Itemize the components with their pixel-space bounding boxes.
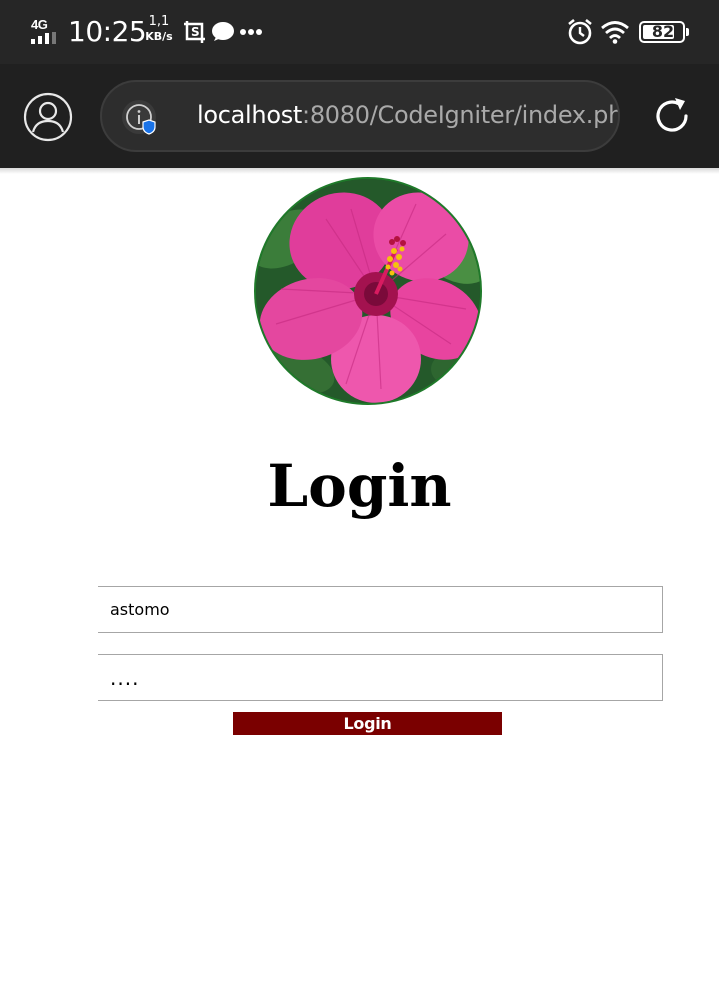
battery-icon: 82 xyxy=(639,21,685,43)
url-host: localhost xyxy=(197,101,303,129)
reload-icon[interactable] xyxy=(650,94,694,138)
username-input[interactable] xyxy=(98,586,663,633)
signal-bars-icon xyxy=(31,32,56,44)
network-speed: 1,1 KB/s xyxy=(143,14,175,44)
more-dots-icon xyxy=(240,29,262,35)
alarm-icon xyxy=(568,18,592,45)
password-input[interactable] xyxy=(98,654,663,701)
clock: 10:25 xyxy=(68,15,147,48)
profile-icon[interactable] xyxy=(22,91,74,143)
network-indicator: 4G xyxy=(31,17,61,45)
battery-percentage: 82 xyxy=(651,22,675,41)
svg-text:S: S xyxy=(191,25,200,39)
url-path: :8080/CodeIgniter/index.ph xyxy=(302,101,620,129)
screenshot-icon: S xyxy=(184,21,205,43)
network-speed-unit: KB/s xyxy=(145,30,173,43)
hibiscus-flower-image xyxy=(256,179,480,403)
login-button[interactable]: Login xyxy=(233,712,502,735)
battery-tip xyxy=(686,28,689,36)
status-bar: 4G 10:25 1,1 KB/s S 82 xyxy=(0,0,719,64)
browser-toolbar: localhost:8080/CodeIgniter/index.ph xyxy=(0,64,719,168)
network-speed-value: 1,1 xyxy=(148,14,170,29)
url-text: localhost:8080/CodeIgniter/index.ph xyxy=(197,101,620,129)
network-type-label: 4G xyxy=(31,17,48,32)
page-title: Login xyxy=(267,452,452,520)
shield-icon xyxy=(142,119,156,135)
toolbar-shadow xyxy=(0,168,719,174)
message-bubble-icon xyxy=(212,22,234,41)
avatar xyxy=(254,177,482,405)
address-bar[interactable]: localhost:8080/CodeIgniter/index.ph xyxy=(100,80,620,152)
site-info-icon[interactable] xyxy=(120,98,160,138)
wifi-icon xyxy=(601,21,629,44)
